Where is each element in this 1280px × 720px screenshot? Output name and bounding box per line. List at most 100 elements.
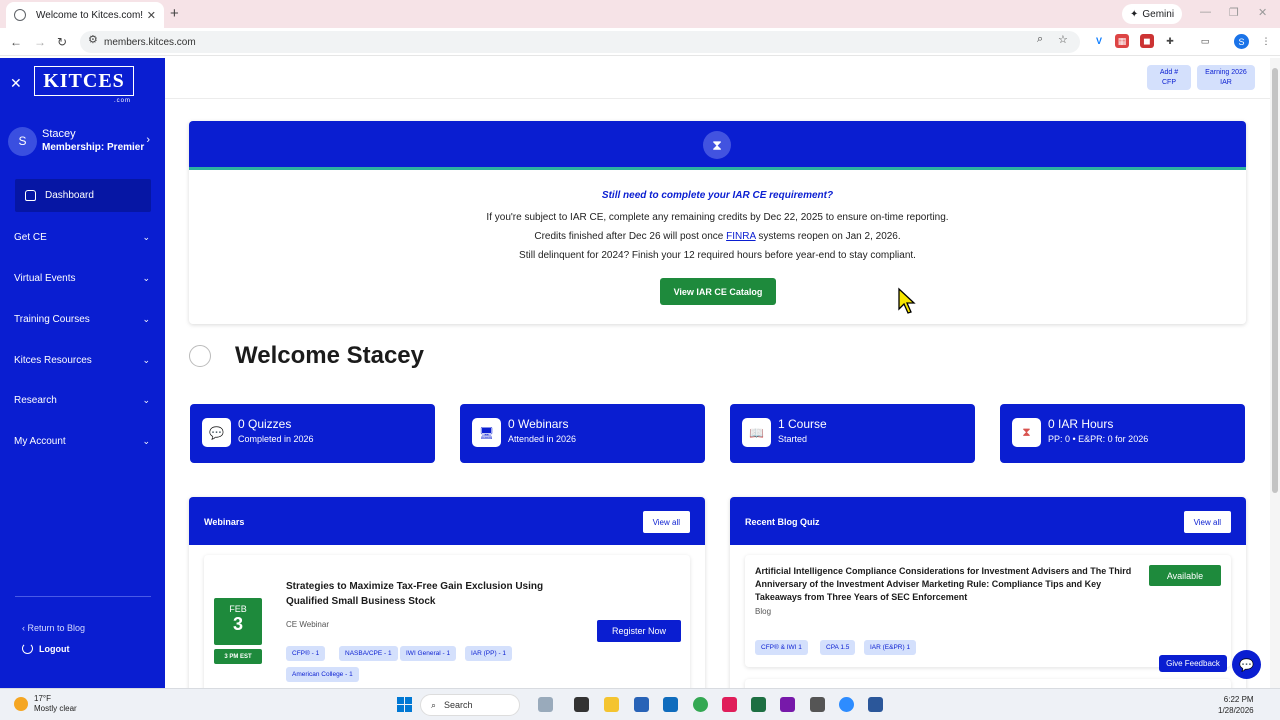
stat-card-quizzes[interactable]: 💬 0 Quizzes Completed in 2026 bbox=[190, 404, 435, 463]
url-text: members.kitces.com bbox=[104, 36, 196, 48]
extensions-puzzle-icon[interactable]: ✚ bbox=[1163, 34, 1177, 48]
weather-widget[interactable]: 17°F Mostly clear bbox=[14, 694, 77, 714]
webinar-title[interactable]: Strategies to Maximize Tax-Free Gain Exc… bbox=[286, 579, 576, 609]
date-month: FEB bbox=[229, 604, 247, 614]
search-label: Search bbox=[444, 700, 473, 710]
calculator-icon[interactable] bbox=[810, 697, 825, 712]
close-icon[interactable]: ✕ bbox=[10, 75, 22, 92]
gemini-button[interactable]: ✦ Gemini bbox=[1122, 4, 1183, 24]
windows-start-icon[interactable] bbox=[397, 697, 412, 712]
site-info-icon[interactable]: ⚙ bbox=[88, 33, 98, 46]
hourglass-icon: ⧗ bbox=[703, 131, 731, 159]
chat-icon[interactable]: 💬 bbox=[1232, 650, 1261, 679]
credit-tag: NASBA/CPE - 1 bbox=[339, 646, 398, 661]
scrollbar-thumb[interactable] bbox=[1272, 68, 1278, 493]
tab-title: Welcome to Kitces.com! bbox=[36, 9, 144, 21]
minimize-button[interactable]: — bbox=[1200, 6, 1211, 18]
webinar-type: CE Webinar bbox=[286, 620, 329, 629]
page-scrollbar[interactable] bbox=[1270, 58, 1280, 688]
file-explorer-icon[interactable] bbox=[604, 697, 619, 712]
credit-tag: IAR (PP) - 1 bbox=[465, 646, 513, 661]
membership-level: Membership: Premier bbox=[42, 142, 145, 153]
new-tab-button[interactable]: + bbox=[170, 5, 179, 22]
zoom-icon[interactable]: ⌕ bbox=[1037, 33, 1043, 46]
pill-line: Add # bbox=[1159, 69, 1179, 76]
excel-icon[interactable] bbox=[751, 697, 766, 712]
widgets-icon[interactable] bbox=[538, 697, 553, 712]
slack-icon[interactable] bbox=[722, 697, 737, 712]
give-feedback-button[interactable]: Give Feedback bbox=[1159, 655, 1227, 672]
outlook-icon[interactable] bbox=[663, 697, 678, 712]
window-close-button[interactable]: ✕ bbox=[1258, 6, 1267, 19]
stat-number: 0 IAR Hours bbox=[1048, 417, 1114, 431]
blog-quiz-card[interactable]: Artificial Intelligence Compliance Consi… bbox=[745, 555, 1231, 667]
chevron-down-icon: ⌄ bbox=[142, 436, 150, 446]
browser-menu-icon[interactable]: ⋮ bbox=[1259, 34, 1273, 48]
system-clock[interactable]: 6:22 PM 1/28/2026 bbox=[1218, 694, 1254, 716]
url-input[interactable]: members.kitces.com bbox=[80, 31, 1080, 53]
view-iar-ce-catalog-button[interactable]: View IAR CE Catalog bbox=[660, 278, 776, 305]
sidebar-item-virtual-events[interactable]: Virtual Events ⌄ bbox=[14, 273, 150, 284]
available-button[interactable]: Available bbox=[1149, 565, 1221, 586]
hexagon-icon bbox=[189, 345, 211, 367]
extension-badge-icon[interactable]: ◼ bbox=[1140, 34, 1154, 48]
restore-button[interactable]: ❐ bbox=[1229, 6, 1239, 19]
chrome-icon[interactable] bbox=[693, 697, 708, 712]
credit-tag: CPA 1.5 bbox=[820, 640, 856, 655]
user-profile[interactable]: S Stacey Membership: Premier › bbox=[8, 126, 158, 156]
finra-link[interactable]: FINRA bbox=[726, 231, 755, 242]
sparkle-icon: ✦ bbox=[1130, 8, 1139, 20]
stat-card-iar-hours[interactable]: ⧗ 0 IAR Hours PP: 0 • E&PR: 0 for 2026 bbox=[1000, 404, 1245, 463]
extension-red-icon[interactable]: ▦ bbox=[1115, 34, 1129, 48]
windows-taskbar: 17°F Mostly clear ⌕ Search 6:22 PM 1/28/… bbox=[0, 688, 1280, 720]
sidebar-item-kitces-resources[interactable]: Kitces Resources ⌄ bbox=[14, 355, 150, 366]
blog-quiz-view-all-button[interactable]: View all bbox=[1183, 511, 1231, 533]
chevron-right-icon: › bbox=[146, 134, 150, 146]
logout-button[interactable]: Logout bbox=[22, 643, 70, 654]
sidebar-item-get-ce[interactable]: Get CE ⌄ bbox=[14, 232, 150, 243]
credit-tag: CFP® - 1 bbox=[286, 646, 326, 661]
bookmark-star-icon[interactable]: ☆ bbox=[1058, 33, 1068, 46]
chevron-down-icon: ⌄ bbox=[142, 355, 150, 365]
book-icon: 📖 bbox=[742, 418, 771, 447]
sidebar-item-research[interactable]: Research ⌄ bbox=[14, 395, 150, 406]
banner-line-3: Still delinquent for 2024? Finish your 1… bbox=[519, 250, 916, 261]
webinars-view-all-button[interactable]: View all bbox=[642, 511, 690, 533]
chevron-down-icon: ⌄ bbox=[142, 232, 150, 242]
add-cfp-button[interactable]: Add # CFP bbox=[1147, 65, 1191, 90]
sidebar-item-training-courses[interactable]: Training Courses ⌄ bbox=[14, 314, 150, 325]
zoom-app-icon[interactable] bbox=[839, 697, 854, 712]
stat-card-webinars[interactable]: 🖥 0 Webinars Attended in 2026 bbox=[460, 404, 705, 463]
chat-bubbles-icon: 💬 bbox=[202, 418, 231, 447]
webinar-card[interactable]: FEB 3 3 PM EST Strategies to Maximize Ta… bbox=[204, 555, 690, 697]
stat-card-courses[interactable]: 📖 1 Course Started bbox=[730, 404, 975, 463]
tab-search-icon[interactable]: ▭ bbox=[1198, 34, 1212, 48]
stat-sub: Completed in 2026 bbox=[238, 434, 314, 444]
task-view-icon[interactable] bbox=[574, 697, 589, 712]
register-now-button[interactable]: Register Now bbox=[597, 620, 681, 642]
return-to-blog-link[interactable]: ‹ Return to Blog bbox=[22, 623, 85, 633]
browser-tab[interactable]: Welcome to Kitces.com! ✕ bbox=[6, 2, 164, 28]
back-arrow-icon[interactable]: ← bbox=[10, 35, 22, 49]
browser-tab-bar: Welcome to Kitces.com! ✕ + ✦ Gemini — ❐ … bbox=[0, 0, 1280, 28]
mouse-cursor-icon bbox=[898, 287, 916, 314]
blog-quiz-title[interactable]: Artificial Intelligence Compliance Consi… bbox=[755, 565, 1135, 604]
kitces-logo[interactable]: KITCES .com bbox=[34, 66, 134, 104]
sidebar-item-dashboard[interactable]: Dashboard bbox=[15, 179, 151, 212]
extension-v-icon[interactable]: V bbox=[1092, 34, 1106, 48]
tab-close-button[interactable]: ✕ bbox=[147, 9, 156, 22]
word-icon[interactable] bbox=[868, 697, 883, 712]
globe-icon bbox=[14, 9, 26, 21]
store-icon[interactable] bbox=[634, 697, 649, 712]
header-divider bbox=[165, 98, 1270, 99]
sidebar-item-my-account[interactable]: My Account ⌄ bbox=[14, 436, 150, 447]
credit-tag: American College - 1 bbox=[286, 667, 359, 682]
taskbar-search[interactable]: ⌕ Search bbox=[420, 694, 520, 716]
logo-text: KITCES bbox=[43, 69, 125, 92]
webinars-header: Webinars View all bbox=[189, 497, 705, 545]
forward-arrow-icon[interactable]: → bbox=[34, 35, 46, 49]
reload-icon[interactable]: ↻ bbox=[57, 35, 67, 49]
earning-iar-button[interactable]: Earning 2026 IAR bbox=[1197, 65, 1255, 90]
onenote-icon[interactable] bbox=[780, 697, 795, 712]
profile-avatar[interactable]: S bbox=[1234, 34, 1249, 49]
